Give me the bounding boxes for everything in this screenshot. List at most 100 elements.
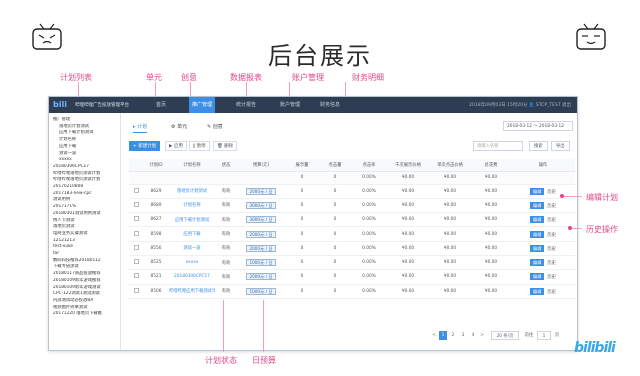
plan-name-link[interactable]: 应用下载计划测试: [175, 218, 209, 223]
nav-home[interactable]: 首页: [153, 97, 169, 113]
nav-report[interactable]: 统计报告: [233, 97, 259, 113]
tree-item[interactable]: 测试一波: [53, 151, 118, 158]
plan-name-link[interactable]: xxxxx: [186, 260, 199, 265]
daily-budget-field[interactable]: 2000元 / 日: [246, 187, 276, 195]
enable-button[interactable]: ▶ 启用: [165, 141, 187, 151]
row-checkbox[interactable]: [133, 201, 139, 207]
plan-table: 计划ID 计划名称 状态 预算(元) 展示量 点击量 点击率 千次展示价格 单次点击价格 总花费操…: [129, 159, 575, 299]
edit-button[interactable]: 编辑: [530, 287, 545, 295]
search-button[interactable]: 搜索: [529, 141, 548, 151]
history-link[interactable]: 历史: [547, 247, 556, 252]
tree-item[interactable]: 20180301测试用例测试: [53, 211, 118, 218]
history-link[interactable]: 历史: [547, 190, 556, 195]
history-link[interactable]: 历史: [547, 204, 556, 209]
tree-item[interactable]: CPC-122测试1测试测试: [53, 291, 118, 298]
pager-page-1[interactable]: 1: [439, 331, 447, 340]
table-row: 8525 xxxxx 有效 1000元 / 日 0 0 0.00% ¥0.00 ¥0.00 ¥0.…: [129, 255, 575, 271]
history-link[interactable]: 历史: [547, 218, 556, 223]
history-link[interactable]: 历史: [547, 261, 556, 266]
tree-item[interactable]: 12121213: [53, 238, 118, 245]
tree-item[interactable]: 20180109新年游戏测试: [53, 285, 118, 292]
row-checkbox[interactable]: [133, 287, 139, 293]
tab-creative[interactable]: ✎ 创意: [207, 121, 223, 133]
tree-item[interactable]: 计划名称: [53, 137, 118, 144]
row-checkbox[interactable]: [133, 259, 139, 265]
plan-name-link[interactable]: 应用下载: [183, 232, 200, 237]
annotation-plan-list: 计划列表: [60, 73, 92, 82]
daily-budget-field[interactable]: 2000元 / 日: [246, 273, 276, 281]
daily-budget-field[interactable]: 3000元 / 日: [246, 201, 276, 209]
goto-page-input[interactable]: 1: [537, 331, 551, 340]
edit-button[interactable]: 编辑: [530, 187, 545, 195]
tree-item[interactable]: 内部测试动态投放BA: [53, 298, 118, 305]
edit-button[interactable]: 编辑: [530, 273, 545, 281]
tree-item[interactable]: 哔哩哔哩落地页测试计划: [53, 171, 118, 178]
edit-button[interactable]: 编辑: [530, 259, 545, 267]
column-header: 操作: [511, 159, 575, 172]
tree-item[interactable]: 2017171%: [53, 204, 118, 211]
plan-name-link[interactable]: 测试一波: [183, 246, 200, 251]
new-plan-button[interactable]: + 新建计划: [129, 141, 161, 151]
pager-prev[interactable]: <: [431, 331, 437, 340]
history-link[interactable]: 历史: [547, 275, 556, 280]
history-link[interactable]: 历史: [547, 290, 556, 295]
edit-button[interactable]: 编辑: [530, 244, 545, 252]
edit-button[interactable]: 编辑: [530, 216, 545, 224]
tree-item[interactable]: xxxxx: [53, 157, 118, 164]
tree-item[interactable]: 20180306CPC17: [53, 164, 118, 171]
row-checkbox[interactable]: [133, 187, 139, 193]
tree-item[interactable]: 下载专链测试: [53, 264, 118, 271]
daily-budget-field[interactable]: 1000元 / 日: [246, 259, 276, 267]
daily-budget-field[interactable]: 2000元 / 日: [246, 244, 276, 252]
tree-item[interactable]: 落地页测试: [53, 224, 118, 231]
tree-item[interactable]: 应用下载: [53, 144, 118, 151]
row-checkbox[interactable]: [133, 230, 139, 236]
delete-button[interactable]: 🗑 删除: [213, 141, 238, 151]
tree-item[interactable]: 数码科技推荐20180112: [53, 258, 118, 265]
pager-page-3[interactable]: 3: [459, 331, 467, 340]
date-range-picker[interactable]: 2018-03-12 ～ 2018-03-12: [503, 121, 573, 131]
tree-item[interactable]: test-xuke: [53, 244, 118, 251]
daily-budget-field[interactable]: 3000元 / 日: [246, 216, 276, 224]
tree-item[interactable]: 推广管理: [53, 117, 118, 124]
nav-finance[interactable]: 财务信息: [317, 97, 343, 113]
tree-item[interactable]: 20170210808: [53, 184, 118, 191]
export-button[interactable]: 导出: [551, 141, 570, 151]
plan-name-link[interactable]: 落地页计划测试: [177, 189, 207, 194]
daily-budget-field[interactable]: 1000元 / 日: [246, 287, 276, 295]
row-checkbox[interactable]: [133, 244, 139, 250]
daily-budget-field[interactable]: 2000元 / 日: [246, 230, 276, 238]
pager-page-2[interactable]: 2: [449, 331, 457, 340]
edit-button[interactable]: 编辑: [530, 230, 545, 238]
plan-name-link[interactable]: 哔哩哔哩应用下载测试计划: [169, 289, 215, 294]
pager-next[interactable]: >: [479, 331, 485, 340]
tree-item[interactable]: 20180109新年游戏推荐: [53, 278, 118, 285]
row-checkbox[interactable]: [133, 216, 139, 222]
nav-promotion[interactable]: 推广管理: [189, 97, 216, 113]
per-page-select[interactable]: 20 条/页: [491, 331, 519, 340]
tree-item[interactable]: 20171220 落地页下载推: [53, 311, 118, 318]
tree-item[interactable]: 落地页计划测试: [53, 124, 118, 131]
tree-item[interactable]: 2017183-new-cpc: [53, 191, 118, 198]
plan-name-link[interactable]: 20180306CPC17: [174, 274, 210, 279]
tree-item[interactable]: 电商业务实操测试: [53, 231, 118, 238]
search-input[interactable]: 请输入名称: [473, 141, 523, 151]
history-link[interactable]: 历史: [547, 233, 556, 238]
table-row: 8521 20180306CPC17 有效 2000元 / 日 0 0 0.00% ¥0.00…: [129, 269, 575, 285]
tree-item[interactable]: tar: [53, 251, 118, 258]
row-checkbox[interactable]: [133, 273, 139, 279]
tree-item[interactable]: 视频图片效果测试: [53, 305, 118, 312]
tree-item[interactable]: 哔哩哔哩落地页测试计划: [53, 177, 118, 184]
pause-button[interactable]: ‖ 暂停: [189, 141, 210, 151]
tab-unit[interactable]: ⚙ 单元: [171, 121, 187, 133]
plan-name-link[interactable]: 计划名称: [183, 203, 200, 208]
tree-item[interactable]: 测试用例: [53, 197, 118, 204]
total-row: 0 0 0.00% ¥0.00 ¥0.00 ¥0.00: [129, 171, 575, 185]
tree-item[interactable]: 应用下载计划测试: [53, 130, 118, 137]
tab-plan[interactable]: ▸ 计划: [133, 121, 148, 133]
tree-item[interactable]: 情人节测试: [53, 218, 118, 225]
pager-page-4[interactable]: 4: [469, 331, 477, 340]
nav-account[interactable]: 账户管理: [277, 97, 303, 113]
edit-button[interactable]: 编辑: [530, 201, 545, 209]
tree-item[interactable]: 20180117商品投放推荐: [53, 271, 118, 278]
